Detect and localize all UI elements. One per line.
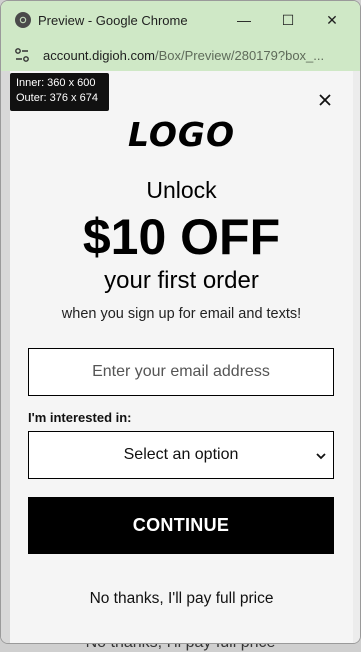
close-window-button[interactable]: ✕ <box>309 1 355 39</box>
window-title: Preview - Google Chrome <box>38 12 188 28</box>
logo: LOGO <box>127 115 236 154</box>
continue-button[interactable]: CONTINUE <box>28 497 334 554</box>
interest-select[interactable]: Select an option <box>28 431 334 479</box>
signup-subtitle: when you sign up for email and texts! <box>61 306 302 322</box>
chrome-icon <box>15 12 31 28</box>
url-text[interactable]: account.digioh.com/Box/Preview/280179?bo… <box>43 48 324 63</box>
offer-heading: $10 OFF <box>82 209 281 265</box>
maximize-button[interactable]: ☐ <box>265 1 311 39</box>
close-icon: ✕ <box>326 11 338 28</box>
address-bar[interactable]: account.digioh.com/Box/Preview/280179?bo… <box>1 39 360 71</box>
minimize-icon: — <box>237 12 251 28</box>
url-host: account.digioh.com <box>43 47 156 63</box>
site-settings-icon <box>15 48 29 62</box>
unlock-heading: Unlock <box>146 177 217 203</box>
inner-size-text: Inner: 360 x 600 <box>16 77 96 89</box>
maximize-icon: ☐ <box>281 11 295 28</box>
popup-modal: LOGO Unlock $10 OFF your first order whe… <box>10 71 353 643</box>
minimize-button[interactable]: — <box>221 1 267 39</box>
select-value: Select an option <box>123 446 239 463</box>
browser-window: Preview - Google Chrome — ☐ ✕ account.di… <box>0 0 361 644</box>
page-edge <box>352 71 360 643</box>
no-thanks-link[interactable]: No thanks, I'll pay full price <box>10 590 353 608</box>
chevron-down-icon <box>316 453 326 460</box>
interest-label: I'm interested in: <box>28 410 132 425</box>
email-input[interactable] <box>28 348 334 396</box>
title-bar: Preview - Google Chrome — ☐ ✕ <box>1 1 360 39</box>
outer-size-text: Outer: 376 x 674 <box>16 92 98 104</box>
url-path: /Box/Preview/280179?box_... <box>155 47 325 63</box>
dimensions-tooltip: Inner: 360 x 600 Outer: 376 x 674 <box>10 73 109 111</box>
first-order-text: your first order <box>104 267 259 294</box>
close-popup-icon[interactable] <box>316 91 334 109</box>
site-info-button[interactable] <box>11 44 33 66</box>
